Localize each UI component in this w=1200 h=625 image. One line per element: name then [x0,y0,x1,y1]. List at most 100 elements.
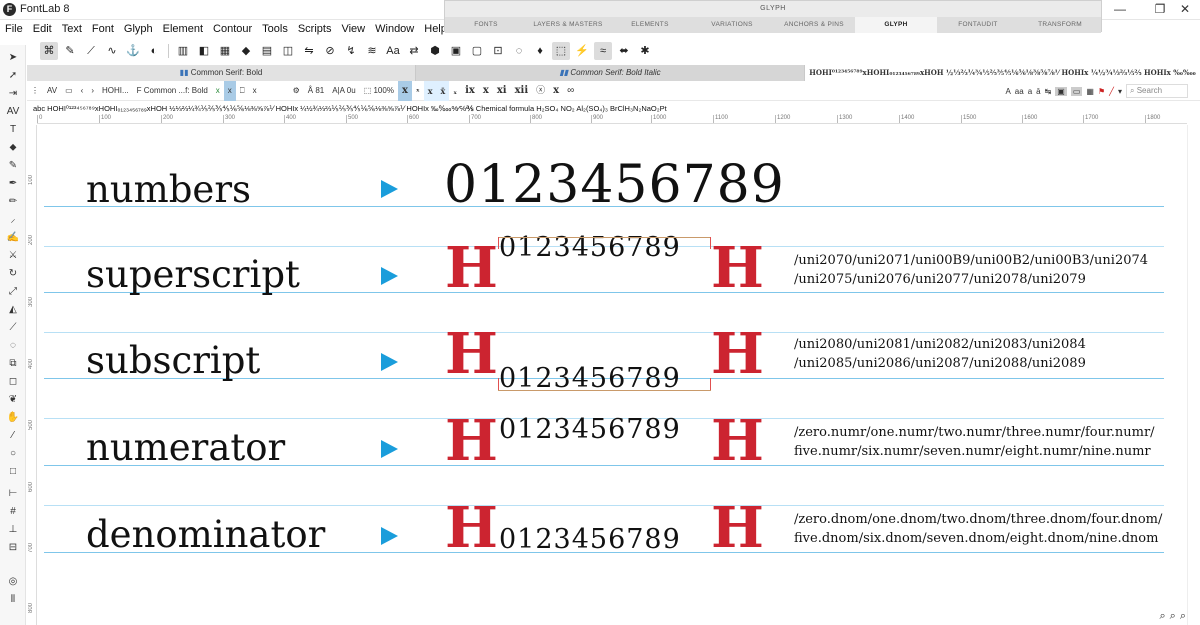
glyph-field[interactable]: x [212,81,224,101]
anchor-icon[interactable]: ⚓ [124,42,142,60]
settings-icon[interactable]: ✱ [636,42,654,60]
fill-a-icon[interactable]: ā [1036,87,1040,96]
hint-tool-icon[interactable]: # [4,505,22,519]
hand-tool-icon[interactable]: ✋ [4,411,22,425]
zoom-field[interactable]: ⬚ 100% [360,81,398,101]
fill-icon[interactable]: ◆ [237,42,255,60]
bolt-icon[interactable]: ⚡ [573,42,591,60]
mirror-icon[interactable]: ⇄ [405,42,423,60]
kern-mode-icon[interactable]: AV [43,81,61,101]
text-tool-icon[interactable]: T [4,123,22,137]
calendar-icon[interactable]: ▤ [258,42,276,60]
text-sample-dropdown[interactable]: HOHI... [98,81,133,101]
palette-icon[interactable]: ⬢ [426,42,444,60]
grid-toggle-icon[interactable]: ▦ [1086,87,1094,96]
glyph-variant-1[interactable]: ˣ [412,81,424,101]
wave-icon[interactable]: ≈ [594,42,612,60]
glyph-variant-3[interactable]: x̄ [436,80,450,101]
glyph-variant-6[interactable]: x [479,81,493,101]
split-icon[interactable]: ◫ [279,42,297,60]
text-mode2-icon[interactable]: ▭ [61,81,77,101]
eraser2-tool-icon[interactable]: ◻ [4,375,22,389]
glyph-canvas[interactable]: numbers 0123456789 superscript H 0123456… [38,125,1186,625]
badge-icon[interactable]: ♦ [531,42,549,60]
options-icon[interactable]: ⚙ [289,81,304,101]
box-icon[interactable]: ▢ [468,42,486,60]
rectangle-tool-icon[interactable]: □ [4,465,22,479]
selection-icon[interactable]: ⬚ [552,42,570,60]
ruler-tool-icon[interactable]: ⟋ [4,321,22,335]
case-icon[interactable]: aa [1015,87,1024,96]
dropdown-icon[interactable]: ▾ [1118,87,1122,96]
kern-field[interactable]: A|A 0u [328,81,359,101]
tab-preview[interactable]: HOHI⁰¹²³⁴⁵⁶⁷⁸⁹xHOHI₀₁₂₃₄₅₆₇₈₉xHOH ½⅓⅔¼¾⅕… [805,65,1200,81]
zoom-out-icon[interactable]: ⌕ [1159,610,1169,622]
blob-tool-icon[interactable]: ❦ [4,393,22,407]
ruler2-tool-icon[interactable]: ⊟ [4,541,22,555]
flip-icon[interactable]: ⇋ [300,42,318,60]
search-input[interactable]: ⌕ Search [1126,84,1188,98]
glyph-variant-9[interactable]: ⓧ [532,81,549,101]
close-button[interactable]: ✕ [1165,0,1200,20]
menu-contour[interactable]: Contour [208,20,257,38]
rapid-tool-icon[interactable]: ⸝ [4,213,22,227]
panel-tab-elements[interactable]: ELEMENTS [609,17,691,33]
plugin-icon[interactable]: ⬌ [615,42,633,60]
text-size-icon[interactable]: A [1005,87,1010,96]
eraser-tool-icon[interactable]: ⬥ [4,141,22,155]
panel-tab-fonts[interactable]: FONTS [445,17,527,33]
glyph-highlight[interactable]: x [223,80,236,101]
menu-window[interactable]: Window [370,20,419,38]
panel-tab-layers-masters[interactable]: LAYERS & MASTERS [527,17,609,33]
pen-tool-icon[interactable]: ✒ [4,177,22,191]
layout-icon[interactable]: ▣ [447,42,465,60]
panel-tab-transform[interactable]: TRANSFORM [1019,17,1101,33]
metrics-icon[interactable]: ▥ [174,42,192,60]
flag-icon[interactable]: ⚑ [1098,87,1105,96]
rotate-tool-icon[interactable]: ↻ [4,267,22,281]
menu-scripts[interactable]: Scripts [293,20,337,38]
minimize-button[interactable]: — [1100,0,1140,20]
panel-tab-glyph[interactable]: GLYPH [855,17,937,33]
tab-common-serif-bold-italic[interactable]: ▮▮ Common Serif: Bold Italic [416,65,804,81]
panel-tab-fontaudit[interactable]: FONTAUDIT [937,17,1019,33]
calligraphy-tool-icon[interactable]: ✍ [4,231,22,245]
kerning-icon[interactable]: ◧ [195,42,213,60]
smooth-icon[interactable]: ∿ [103,42,121,60]
kerning-tool-icon[interactable]: AV [4,105,22,119]
fill-tool-icon[interactable]: ◭ [4,303,22,317]
target-tool-icon[interactable]: ◎ [4,575,22,589]
type-icon[interactable]: Aa [384,42,402,60]
stop-icon[interactable]: ⊘ [321,42,339,60]
metrics-tool-icon[interactable]: ⇥ [4,87,22,101]
knife-tool-icon[interactable]: ⚔ [4,249,22,263]
text-mode-icon[interactable]: ⋮ [27,81,43,101]
vertical-scrollbar[interactable] [1187,125,1200,625]
glyph-variant-0[interactable]: x [397,80,412,101]
pen-icon[interactable]: ✎ [61,42,79,60]
anchor-a-icon[interactable]: a [1028,87,1032,96]
tab-common-serif-bold[interactable]: ▮▮ Common Serif: Bold [27,65,415,81]
zoom-icon[interactable]: ⌕ [1170,610,1180,622]
zoom-in-icon[interactable]: ⌕ [1180,610,1190,622]
menu-tools[interactable]: Tools [257,20,293,38]
mark-tool-icon[interactable]: ⊥ [4,523,22,537]
knife-icon[interactable]: ⟋ [82,42,100,60]
speech-icon[interactable]: ◌ [510,42,528,60]
text-string[interactable]: abc HOHI⁰¹²³⁴⁵⁶⁷⁸⁹xHOHI₀₁₂₃₄₅₆₇₈₉xHOH ½⅓… [27,102,1200,115]
size-field[interactable]: Å 81 [304,81,328,101]
ellipse-tool-icon[interactable]: ○ [4,447,22,461]
menu-glyph[interactable]: Glyph [119,20,158,38]
menu-view[interactable]: View [336,20,370,38]
eyedropper-tool-icon[interactable]: ⁄ [4,429,22,443]
bars-tool-icon[interactable]: ⦀ [4,593,22,607]
shape-tool-icon[interactable]: ⧉ [4,357,22,371]
glyph-variant-7[interactable]: xi [493,81,511,101]
menu-text[interactable]: Text [57,20,87,38]
glyph-variant-2[interactable]: x [423,80,437,101]
glyph-variant-4[interactable]: ₓ [449,81,461,101]
measure-icon[interactable]: ↯ [342,42,360,60]
panel-tab-variations[interactable]: VARIATIONS [691,17,773,33]
grid-icon[interactable]: ▦ [216,42,234,60]
scale-tool-icon[interactable]: ⤢ [4,285,22,299]
